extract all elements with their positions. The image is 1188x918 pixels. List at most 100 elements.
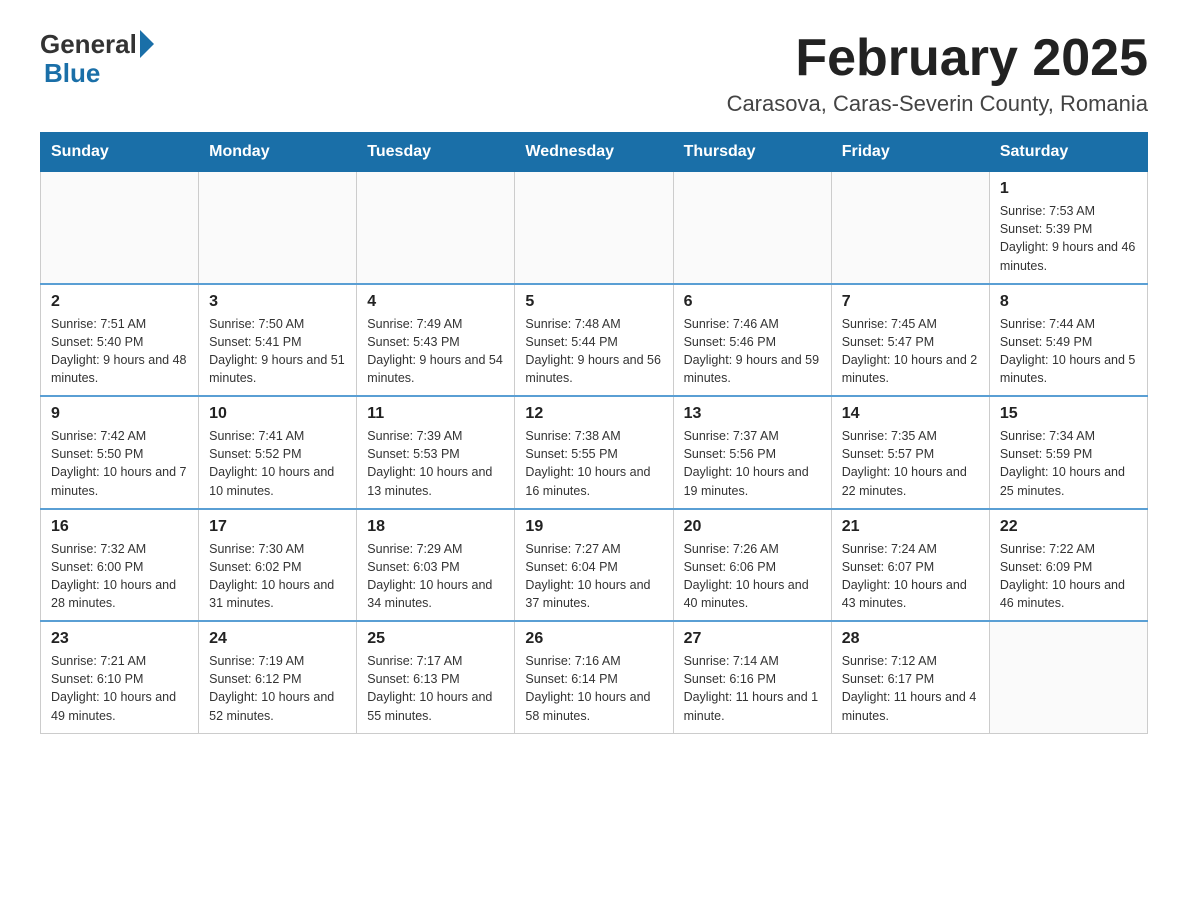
day-number: 14 (842, 405, 979, 423)
day-number: 26 (525, 630, 662, 648)
weekday-header-wednesday: Wednesday (515, 133, 673, 172)
calendar-cell: 15 Sunrise: 7:34 AM Sunset: 5:59 PM Dayli… (989, 396, 1147, 509)
weekday-header-monday: Monday (199, 133, 357, 172)
calendar-cell: 22 Sunrise: 7:22 AM Sunset: 6:09 PM Dayli… (989, 509, 1147, 622)
day-number: 15 (1000, 405, 1137, 423)
calendar-cell (357, 172, 515, 284)
day-info: Sunrise: 7:50 AM Sunset: 5:41 PM Dayligh… (209, 315, 346, 388)
day-info: Sunrise: 7:27 AM Sunset: 6:04 PM Dayligh… (525, 540, 662, 613)
day-number: 3 (209, 293, 346, 311)
day-info: Sunrise: 7:17 AM Sunset: 6:13 PM Dayligh… (367, 652, 504, 725)
day-number: 13 (684, 405, 821, 423)
calendar-cell (41, 172, 199, 284)
location-text: Carasova, Caras-Severin County, Romania (727, 91, 1148, 117)
day-number: 21 (842, 518, 979, 536)
day-info: Sunrise: 7:45 AM Sunset: 5:47 PM Dayligh… (842, 315, 979, 388)
calendar-week-row: 16Sunrise: 7:32 AM Sunset: 6:00 PM Dayli… (41, 509, 1148, 622)
logo-general-text: General (40, 31, 137, 57)
day-number: 10 (209, 405, 346, 423)
weekday-header-sunday: Sunday (41, 133, 199, 172)
calendar-cell: 28Sunrise: 7:12 AM Sunset: 6:17 PM Dayli… (831, 621, 989, 733)
day-info: Sunrise: 7:14 AM Sunset: 6:16 PM Dayligh… (684, 652, 821, 725)
day-info: Sunrise: 7:32 AM Sunset: 6:00 PM Dayligh… (51, 540, 188, 613)
calendar-cell (199, 172, 357, 284)
day-number: 5 (525, 293, 662, 311)
day-info: Sunrise: 7:42 AM Sunset: 5:50 PM Dayligh… (51, 427, 188, 500)
calendar-cell: 9 Sunrise: 7:42 AM Sunset: 5:50 PM Daylig… (41, 396, 199, 509)
calendar-cell: 6 Sunrise: 7:46 AM Sunset: 5:46 PM Daylig… (673, 284, 831, 397)
day-info: Sunrise: 7:34 AM Sunset: 5:59 PM Dayligh… (1000, 427, 1137, 500)
day-info: Sunrise: 7:48 AM Sunset: 5:44 PM Dayligh… (525, 315, 662, 388)
day-info: Sunrise: 7:35 AM Sunset: 5:57 PM Dayligh… (842, 427, 979, 500)
day-number: 18 (367, 518, 504, 536)
calendar-header: SundayMondayTuesdayWednesdayThursdayFrid… (41, 133, 1148, 172)
calendar-cell (831, 172, 989, 284)
weekday-header-thursday: Thursday (673, 133, 831, 172)
day-number: 22 (1000, 518, 1137, 536)
calendar-cell: 14 Sunrise: 7:35 AM Sunset: 5:57 PM Dayli… (831, 396, 989, 509)
logo: General Blue (40, 30, 157, 89)
calendar-cell (515, 172, 673, 284)
day-number: 7 (842, 293, 979, 311)
calendar-cell: 4 Sunrise: 7:49 AM Sunset: 5:43 PM Daylig… (357, 284, 515, 397)
day-info: Sunrise: 7:24 AM Sunset: 6:07 PM Dayligh… (842, 540, 979, 613)
calendar-cell (989, 621, 1147, 733)
calendar-cell: 2 Sunrise: 7:51 AM Sunset: 5:40 PM Daylig… (41, 284, 199, 397)
page-header: General Blue February 2025 Carasova, Car… (40, 30, 1148, 117)
calendar-cell: 20 Sunrise: 7:26 AM Sunset: 6:06 PM Dayli… (673, 509, 831, 622)
day-info: Sunrise: 7:37 AM Sunset: 5:56 PM Dayligh… (684, 427, 821, 500)
calendar-cell: 5 Sunrise: 7:48 AM Sunset: 5:44 PM Daylig… (515, 284, 673, 397)
day-number: 8 (1000, 293, 1137, 311)
day-info: Sunrise: 7:51 AM Sunset: 5:40 PM Dayligh… (51, 315, 188, 388)
month-title: February 2025 (727, 30, 1148, 87)
day-info: Sunrise: 7:19 AM Sunset: 6:12 PM Dayligh… (209, 652, 346, 725)
day-number: 20 (684, 518, 821, 536)
calendar-table: SundayMondayTuesdayWednesdayThursdayFrid… (40, 132, 1148, 734)
day-number: 24 (209, 630, 346, 648)
day-number: 11 (367, 405, 504, 423)
calendar-cell: 1Sunrise: 7:53 AM Sunset: 5:39 PM Daylig… (989, 172, 1147, 284)
weekday-header-tuesday: Tuesday (357, 133, 515, 172)
day-info: Sunrise: 7:22 AM Sunset: 6:09 PM Dayligh… (1000, 540, 1137, 613)
day-info: Sunrise: 7:44 AM Sunset: 5:49 PM Dayligh… (1000, 315, 1137, 388)
day-info: Sunrise: 7:26 AM Sunset: 6:06 PM Dayligh… (684, 540, 821, 613)
weekday-header-saturday: Saturday (989, 133, 1147, 172)
calendar-cell: 24 Sunrise: 7:19 AM Sunset: 6:12 PM Dayli… (199, 621, 357, 733)
day-number: 19 (525, 518, 662, 536)
calendar-cell (673, 172, 831, 284)
calendar-cell: 26 Sunrise: 7:16 AM Sunset: 6:14 PM Dayli… (515, 621, 673, 733)
calendar-cell: 18 Sunrise: 7:29 AM Sunset: 6:03 PM Dayli… (357, 509, 515, 622)
calendar-cell: 7 Sunrise: 7:45 AM Sunset: 5:47 PM Daylig… (831, 284, 989, 397)
day-number: 23 (51, 630, 188, 648)
calendar-cell: 19 Sunrise: 7:27 AM Sunset: 6:04 PM Dayli… (515, 509, 673, 622)
logo-arrow-icon (140, 30, 154, 58)
title-section: February 2025 Carasova, Caras-Severin Co… (727, 30, 1148, 117)
day-info: Sunrise: 7:21 AM Sunset: 6:10 PM Dayligh… (51, 652, 188, 725)
day-number: 2 (51, 293, 188, 311)
calendar-cell: 13 Sunrise: 7:37 AM Sunset: 5:56 PM Dayli… (673, 396, 831, 509)
day-number: 6 (684, 293, 821, 311)
weekday-header-friday: Friday (831, 133, 989, 172)
calendar-week-row: 23 Sunrise: 7:21 AM Sunset: 6:10 PM Dayli… (41, 621, 1148, 733)
calendar-cell: 11 Sunrise: 7:39 AM Sunset: 5:53 PM Dayli… (357, 396, 515, 509)
logo-blue-text: Blue (44, 58, 100, 89)
day-number: 17 (209, 518, 346, 536)
calendar-cell: 10Sunrise: 7:41 AM Sunset: 5:52 PM Dayli… (199, 396, 357, 509)
day-info: Sunrise: 7:12 AM Sunset: 6:17 PM Dayligh… (842, 652, 979, 725)
day-number: 12 (525, 405, 662, 423)
day-info: Sunrise: 7:29 AM Sunset: 6:03 PM Dayligh… (367, 540, 504, 613)
day-info: Sunrise: 7:16 AM Sunset: 6:14 PM Dayligh… (525, 652, 662, 725)
calendar-cell: 3 Sunrise: 7:50 AM Sunset: 5:41 PM Daylig… (199, 284, 357, 397)
logo-top: General (40, 30, 157, 58)
day-number: 4 (367, 293, 504, 311)
calendar-cell: 25 Sunrise: 7:17 AM Sunset: 6:13 PM Dayli… (357, 621, 515, 733)
calendar-cell: 8 Sunrise: 7:44 AM Sunset: 5:49 PM Daylig… (989, 284, 1147, 397)
day-number: 9 (51, 405, 188, 423)
day-info: Sunrise: 7:49 AM Sunset: 5:43 PM Dayligh… (367, 315, 504, 388)
day-info: Sunrise: 7:39 AM Sunset: 5:53 PM Dayligh… (367, 427, 504, 500)
calendar-cell: 21 Sunrise: 7:24 AM Sunset: 6:07 PM Dayli… (831, 509, 989, 622)
calendar-cell: 12Sunrise: 7:38 AM Sunset: 5:55 PM Dayli… (515, 396, 673, 509)
calendar-cell: 23 Sunrise: 7:21 AM Sunset: 6:10 PM Dayli… (41, 621, 199, 733)
day-info: Sunrise: 7:46 AM Sunset: 5:46 PM Dayligh… (684, 315, 821, 388)
day-number: 25 (367, 630, 504, 648)
